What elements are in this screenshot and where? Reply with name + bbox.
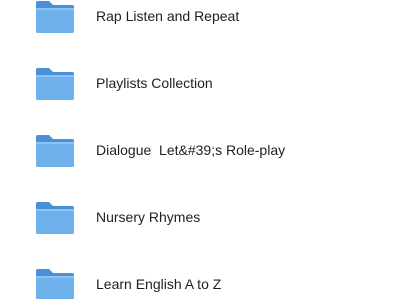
folder-icon	[34, 200, 76, 236]
folder-item-learn-english-a-to-z[interactable]: Learn English A to Z	[0, 264, 400, 299]
folder-item-nursery-rhymes[interactable]: Nursery Rhymes	[0, 197, 400, 245]
folder-name: Dialogue Let&#39;s Role-play	[96, 142, 286, 158]
folder-item-dialogue-role-play[interactable]: Dialogue Let&#39;s Role-play	[0, 130, 400, 178]
folder-icon	[34, 0, 76, 35]
folder-item-playlists-collection[interactable]: Playlists Collection	[0, 63, 400, 111]
folder-name: Learn English A to Z	[96, 276, 222, 292]
folder-icon	[34, 267, 76, 299]
folder-item-rap-listen-and-repeat[interactable]: Rap Listen and Repeat	[0, 0, 400, 44]
folder-list: Rap Listen and Repeat Playlists Collecti…	[0, 0, 400, 299]
folder-name: Playlists Collection	[96, 75, 213, 91]
folder-name: Rap Listen and Repeat	[96, 8, 240, 24]
folder-icon	[34, 133, 76, 169]
folder-icon	[34, 66, 76, 102]
folder-name: Nursery Rhymes	[96, 209, 201, 225]
